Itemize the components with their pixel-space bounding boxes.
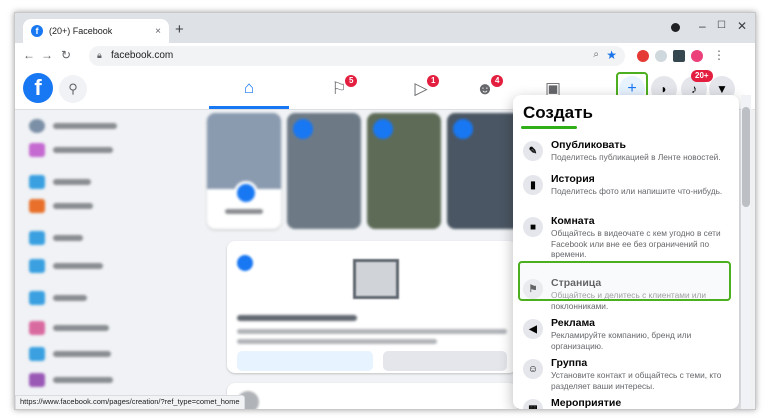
sidebar-item[interactable] [29, 141, 113, 159]
lock-icon: 🔒︎ [97, 50, 102, 60]
story-card[interactable] [367, 113, 441, 229]
menu-item-desc: Рекламируйте компанию, бренд или организ… [551, 330, 692, 351]
menu-item-desc: Поделитесь публикацией в Ленте новостей. [551, 152, 721, 162]
groups-badge: 4 [491, 75, 504, 87]
close-window-button[interactable]: ✕ [737, 19, 747, 33]
watch-badge: 1 [427, 75, 440, 87]
adblock-extension-icon[interactable] [637, 50, 649, 62]
create-menu: Создать ✎ Опубликовать Поделитесь публик… [513, 95, 739, 409]
create-story-card[interactable] [207, 113, 281, 229]
menu-item-ad[interactable]: ◀ Реклама Рекламируйте компанию, бренд и… [521, 317, 731, 351]
notifications-badge: 20+ [691, 70, 713, 82]
tab-strip: f (20+) Facebook × + – ☐ ✕ [15, 13, 755, 43]
menu-item-desc: Установите контакт и общайтесь с теми, к… [551, 370, 722, 391]
sidebar-item[interactable] [29, 371, 113, 389]
sidebar-item[interactable] [29, 229, 83, 247]
reload-icon[interactable]: ↻ [61, 48, 71, 62]
megaphone-icon: ◀ [523, 319, 543, 339]
home-tab[interactable]: ⌂ [209, 69, 289, 109]
sidebar-item[interactable] [29, 257, 103, 275]
new-tab-button[interactable]: + [175, 21, 184, 38]
card-secondary-button[interactable] [383, 351, 507, 371]
menu-item-room[interactable]: ■ Комната Общайтесь в видеочате с кем уг… [521, 215, 731, 265]
sidebar-item[interactable] [29, 289, 87, 307]
pages-badge: 5 [345, 75, 358, 87]
chevron-down-icon: ▼ [716, 82, 728, 96]
menu-title: Создать [523, 103, 593, 122]
menu-item-title: Группа [551, 357, 588, 369]
menu-title-underline [521, 126, 577, 129]
bell-icon: ♪ [691, 82, 697, 96]
menu-scrollbar-thumb[interactable] [742, 107, 750, 207]
menu-item-title: Комната [551, 215, 595, 227]
zoom-icon[interactable]: ⌕ [593, 49, 599, 60]
address-toolbar: ← → ↻ 🔒︎ facebook.com ⌕ ★ ⋮ [15, 43, 755, 70]
url-text: facebook.com [111, 50, 174, 61]
browser-tab[interactable]: f (20+) Facebook × [23, 19, 169, 43]
menu-item-group[interactable]: ☺ Группа Установите контакт и общайтесь … [521, 357, 731, 391]
sidebar-item[interactable] [29, 345, 111, 363]
edit-icon: ✎ [523, 141, 543, 161]
back-icon[interactable]: ← [23, 48, 35, 62]
menu-item-title: Мероприятие [551, 397, 622, 409]
home-icon: ⌂ [243, 77, 255, 97]
facebook-favicon-icon: f [31, 25, 43, 37]
feed-card [227, 383, 517, 409]
book-icon: ▮ [523, 175, 543, 195]
tab-close-icon[interactable]: × [155, 26, 161, 37]
card-primary-button[interactable] [237, 351, 373, 371]
group-icon: ☺ [523, 359, 543, 379]
pages-tab[interactable]: ⚐ 5 [299, 69, 379, 109]
kebab-menu-icon[interactable]: ⋮ [713, 48, 725, 62]
puzzle-extension-icon[interactable] [673, 50, 685, 62]
browser-window: f (20+) Facebook × + – ☐ ✕ ← → ↻ 🔒︎ face… [14, 12, 756, 410]
messenger-icon: ◗ [660, 82, 668, 96]
search-icon[interactable]: ⚲ [59, 75, 87, 103]
story-card[interactable] [287, 113, 361, 229]
profile-dot-icon[interactable] [671, 23, 680, 32]
page-item-highlight [518, 261, 731, 301]
sidebar-item[interactable] [29, 319, 109, 337]
forward-icon[interactable]: → [41, 48, 53, 62]
menu-item-title: Опубликовать [551, 139, 626, 151]
maximize-button[interactable]: ☐ [717, 20, 726, 31]
menu-item-story[interactable]: ▮ История Поделитесь фото или напишите ч… [521, 173, 731, 213]
sidebar-item[interactable] [29, 173, 91, 191]
status-url: https://www.facebook.com/pages/creation/… [15, 395, 245, 409]
video-play-icon: ▷ [414, 79, 428, 98]
calendar-icon: ▦ [523, 399, 543, 409]
tab-title: (20+) Facebook [49, 26, 113, 36]
facebook-logo-icon[interactable]: f [23, 73, 53, 103]
profile-avatar-icon[interactable] [691, 50, 703, 62]
menu-item-post[interactable]: ✎ Опубликовать Поделитесь публикацией в … [521, 139, 731, 171]
address-bar[interactable]: 🔒︎ facebook.com ⌕ ★ [89, 46, 625, 66]
menu-item-desc: Общайтесь в видеочате с кем угодно в сет… [551, 228, 721, 259]
sidebar-item[interactable] [29, 117, 117, 135]
story-card[interactable] [447, 113, 521, 229]
menu-item-event[interactable]: ▦ Мероприятие [521, 397, 731, 409]
sidebar-item[interactable] [29, 197, 93, 215]
create-page-card [227, 241, 517, 373]
menu-item-title: Реклама [551, 317, 595, 329]
menu-item-title: История [551, 173, 595, 185]
menu-item-desc: Поделитесь фото или напишите что-нибудь. [551, 186, 723, 196]
extension-icon[interactable] [655, 50, 667, 62]
video-icon: ■ [523, 217, 543, 237]
minimize-button[interactable]: – [699, 19, 706, 33]
bookmark-star-icon[interactable]: ★ [606, 48, 617, 62]
